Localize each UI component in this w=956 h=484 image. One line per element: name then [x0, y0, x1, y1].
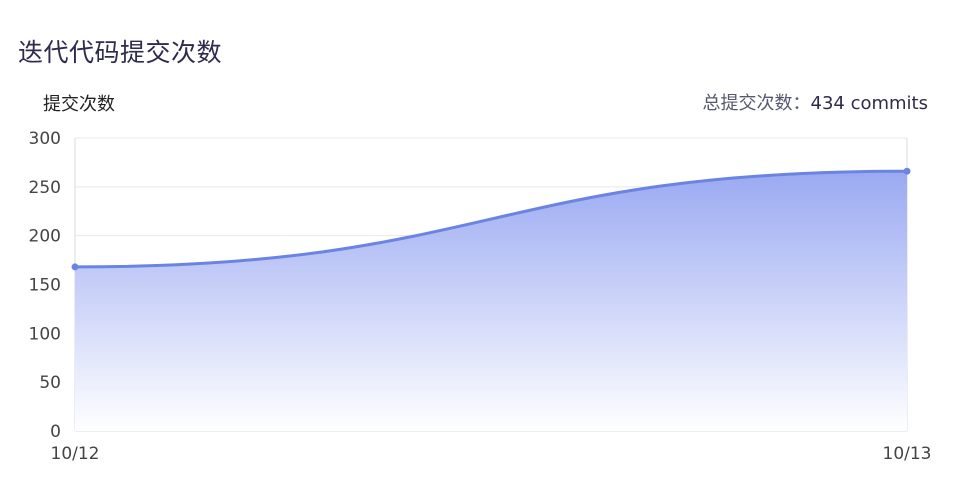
y-tick-label: 0 [50, 422, 61, 442]
series-area [75, 171, 907, 431]
y-tick-label: 200 [29, 227, 61, 247]
commits-area-chart: 0 50 100 150 200 250 300 10/12 10/13 [29, 129, 932, 464]
y-tick-label: 150 [29, 276, 61, 296]
y-axis-ticks: 0 50 100 150 200 250 300 [29, 129, 61, 442]
x-tick-label: 10/13 [883, 444, 932, 464]
x-tick-label: 10/12 [51, 444, 100, 464]
x-axis-ticks: 10/12 10/13 [51, 444, 932, 464]
y-tick-label: 300 [29, 129, 61, 149]
y-tick-label: 100 [29, 324, 61, 344]
y-tick-label: 250 [29, 178, 61, 198]
data-point[interactable] [903, 167, 911, 175]
data-point[interactable] [71, 263, 79, 271]
series-area-fill [75, 171, 907, 431]
y-tick-label: 50 [39, 373, 61, 393]
